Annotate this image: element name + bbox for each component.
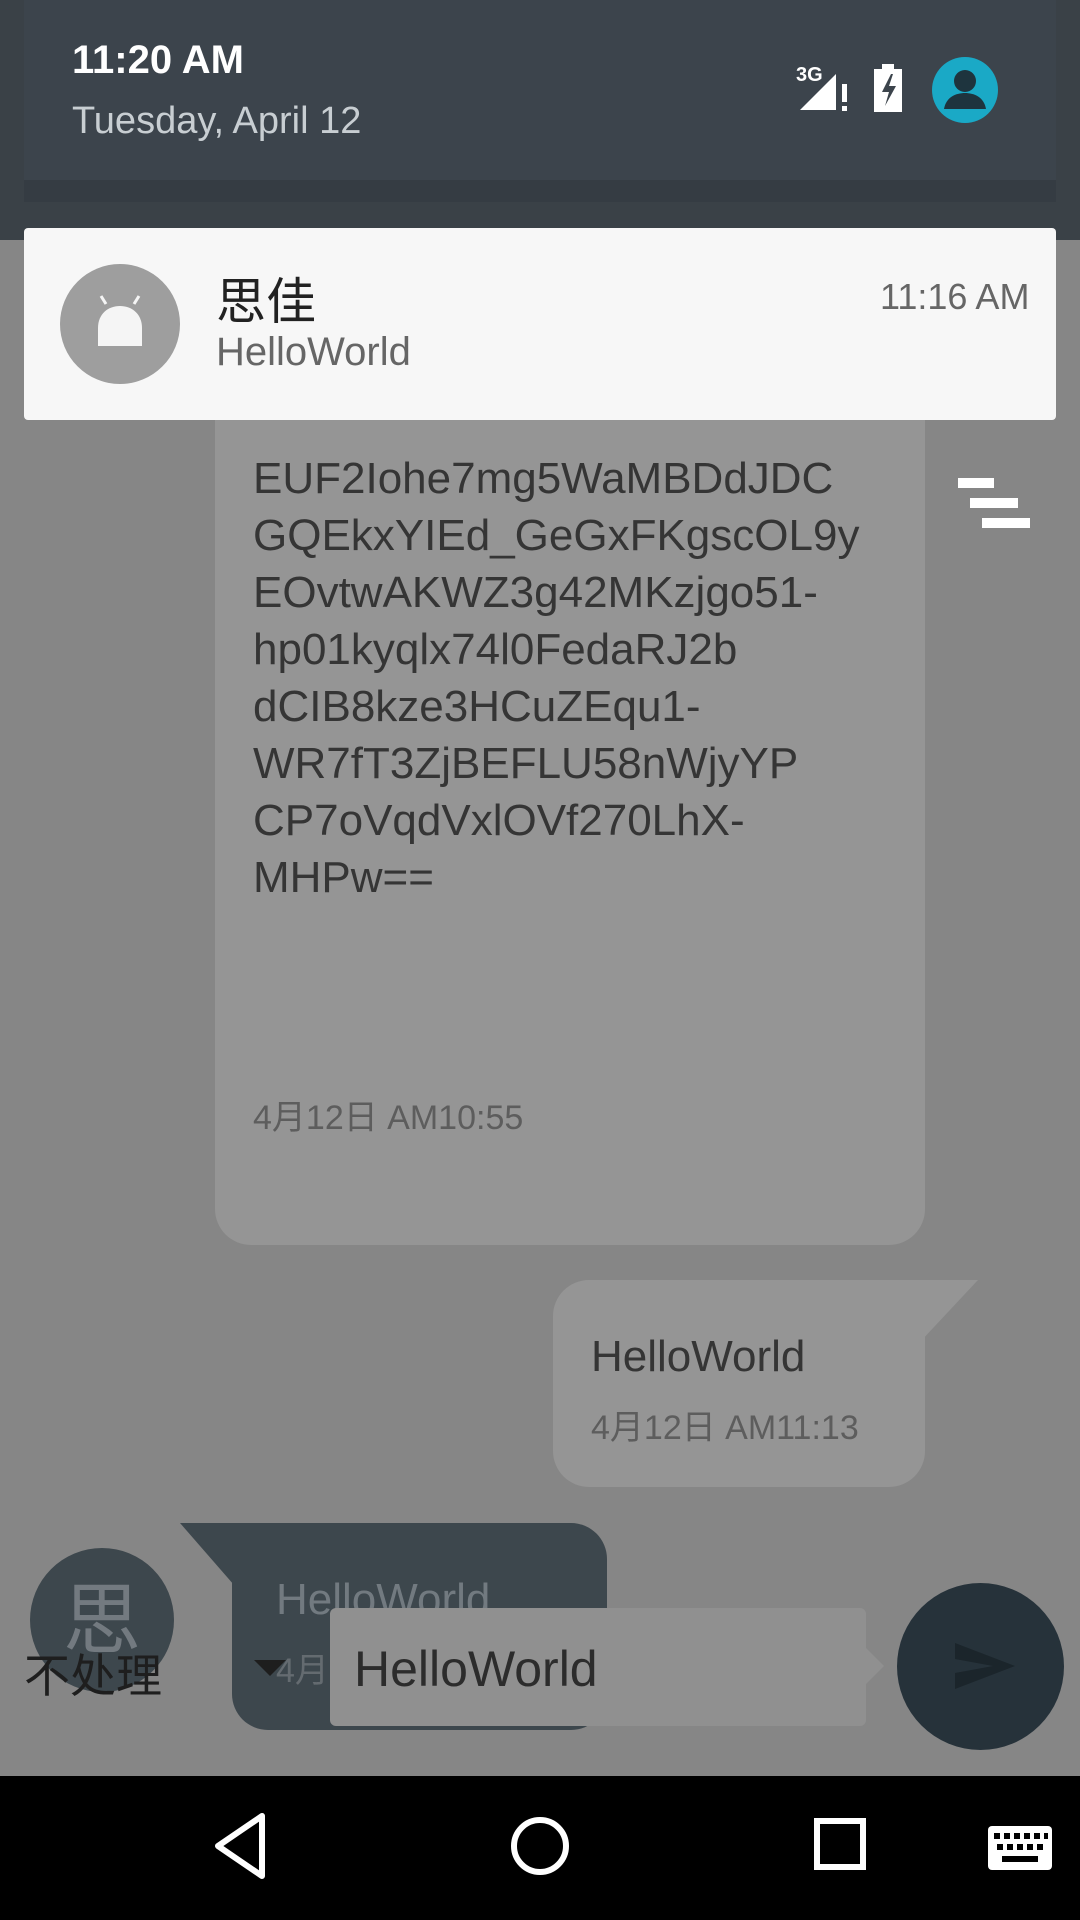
home-icon[interactable] [508,1814,572,1878]
android-app-icon [60,264,180,384]
message-text: EUF2Iohe7mg5WaMBDdJDC GQEkxYIEd_GeGxFKgs… [253,454,860,902]
notification-time: 11:16 AM [880,276,1030,317]
back-icon[interactable] [210,1810,270,1882]
menu-icon[interactable] [958,478,1030,532]
conversation-area: EUF2Iohe7mg5WaMBDdJDC GQEkxYIEd_GeGxFKgs… [0,240,1080,1776]
status-date[interactable]: Tuesday, April 12 [72,100,361,143]
navigation-bar [0,1776,1080,1920]
keyboard-icon[interactable] [988,1826,1052,1870]
notification-sender: 思佳 [216,274,316,330]
message-timestamp: 4月12日 AM10:55 [253,1099,524,1137]
mode-dropdown[interactable]: 不处理 [24,1640,162,1706]
send-button[interactable] [897,1583,1064,1750]
shade-divider [24,180,1056,202]
message-timestamp: 4月12日 AM11:13 [591,1409,859,1447]
chevron-down-icon[interactable] [254,1660,286,1676]
bubble-tail [180,1523,234,1585]
send-icon [955,1643,1015,1689]
battery-charging-icon [874,64,902,112]
notification-message: HelloWorld [216,330,411,374]
user-account-icon[interactable] [932,57,998,123]
input-tail [866,1648,884,1684]
network-3g-icon: 3G [792,62,852,114]
recents-icon[interactable] [812,1816,868,1872]
message-text: HelloWorld [591,1332,806,1381]
message-input-value[interactable]: HelloWorld [354,1640,598,1698]
message-bubble-incoming[interactable]: EUF2Iohe7mg5WaMBDdJDC GQEkxYIEd_GeGxFKgs… [215,410,925,1245]
status-clock: 11:20 AM [72,38,244,82]
bubble-tail [920,1280,978,1342]
message-bubble-outgoing[interactable]: HelloWorld 4月12日 AM11:13 [553,1280,925,1487]
